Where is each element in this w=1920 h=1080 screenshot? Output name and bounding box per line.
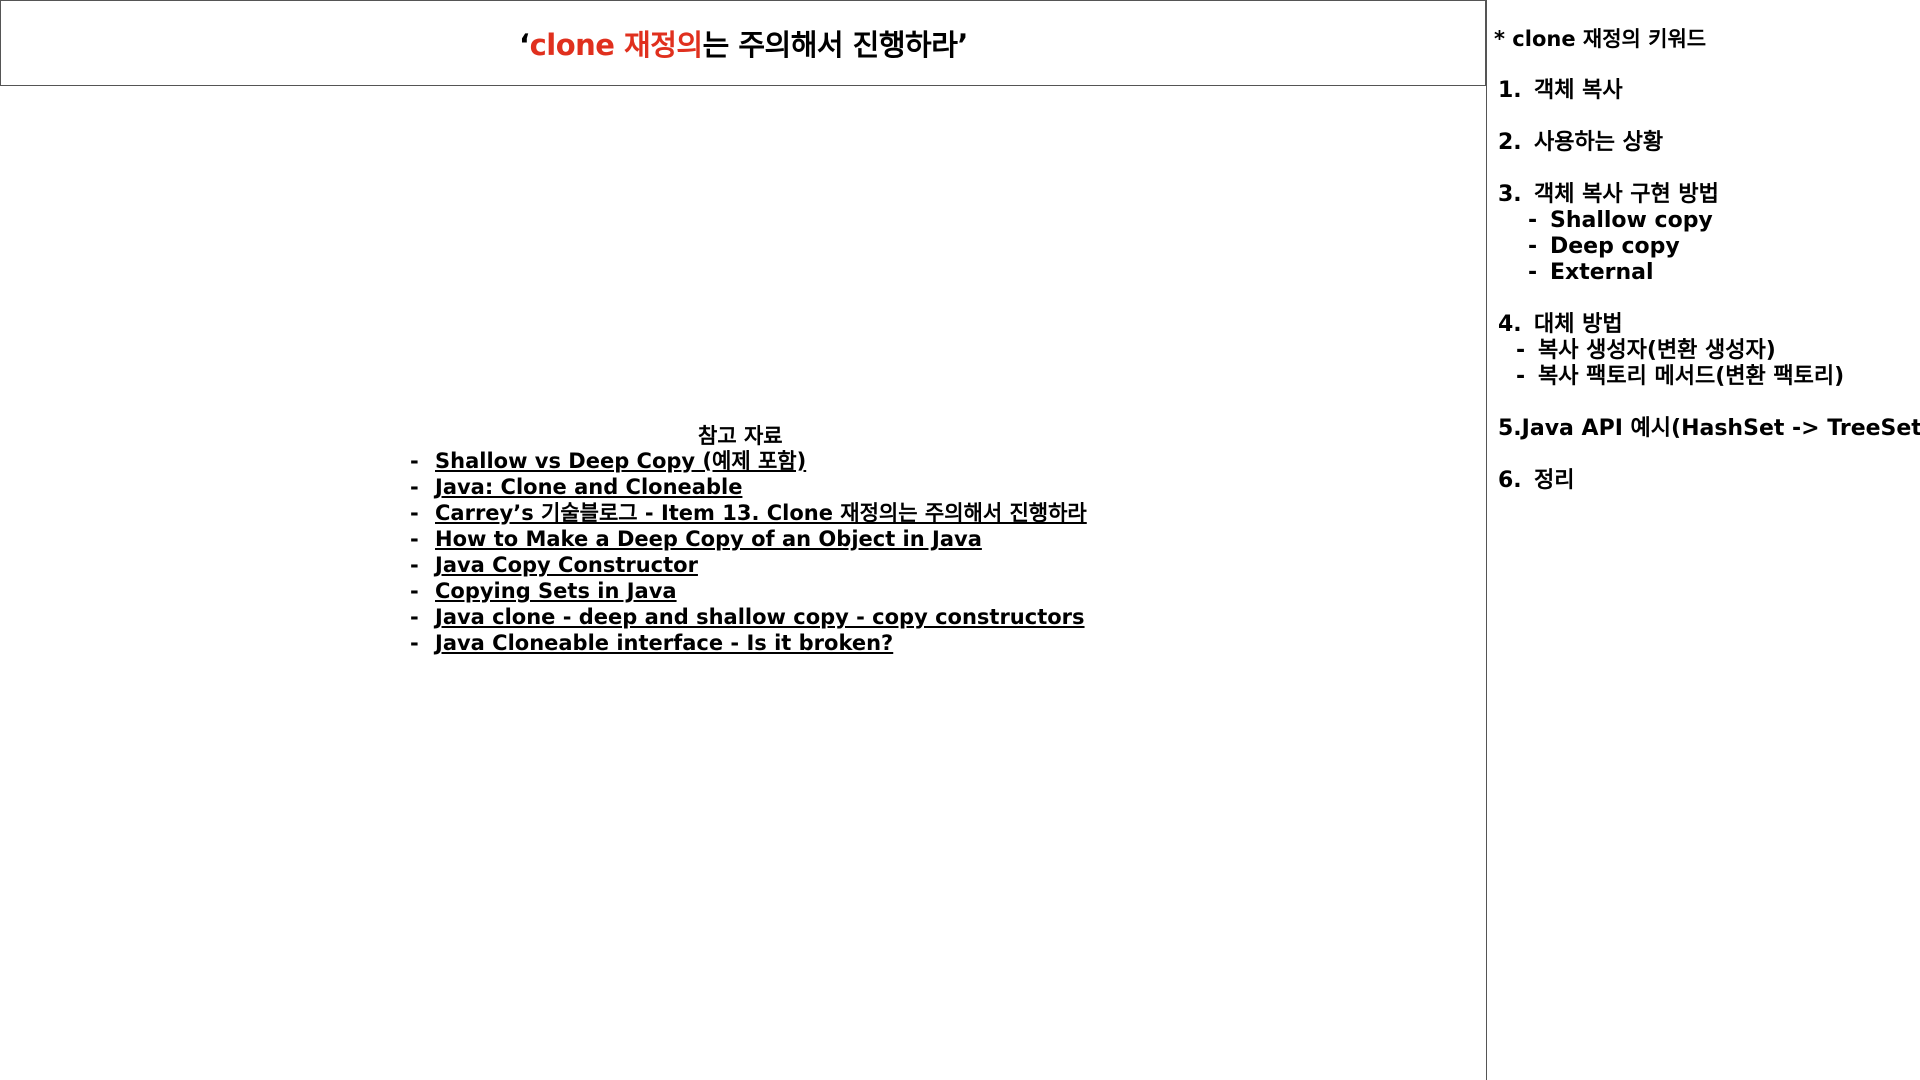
bullet-dash: - xyxy=(410,475,419,499)
bullet-dash: - xyxy=(410,579,419,603)
references-list: - Shallow vs Deep Copy (예제 포함) - Java: Clo… xyxy=(410,448,1087,656)
title-close-quote: ’ xyxy=(957,28,968,62)
keyword-number: 1. xyxy=(1498,78,1522,103)
reference-link[interactable]: Shallow vs Deep Copy (예제 포함) xyxy=(435,448,806,474)
keyword-subitem-label: 복사 생성자(변환 생성자) xyxy=(1538,338,1776,363)
keyword-number: 5. xyxy=(1498,416,1522,441)
keyword-subitem-label: 복사 팩토리 메서드(변환 팩토리) xyxy=(1538,364,1845,389)
reference-item: - Java: Clone and Cloneable xyxy=(410,474,1087,500)
reference-link[interactable]: Java clone - deep and shallow copy - cop… xyxy=(435,604,1085,630)
reference-link[interactable]: Copying Sets in Java xyxy=(435,578,677,604)
keyword-number: 4. xyxy=(1498,312,1522,337)
title-box: ‘clone 재정의는 주의해서 진행하라’ xyxy=(0,0,1486,86)
keyword-item: 1. 객체 복사 xyxy=(1498,78,1918,104)
keyword-label: 객체 복사 xyxy=(1534,78,1623,103)
bullet-dash: - xyxy=(1516,364,1526,389)
keyword-label: 사용하는 상황 xyxy=(1534,130,1664,155)
keyword-item: 6. 정리 xyxy=(1498,468,1918,494)
slide-title: ‘clone 재정의는 주의해서 진행하라’ xyxy=(519,22,968,64)
bullet-dash: - xyxy=(410,631,419,655)
title-rest-text: 는 주의해서 진행하라 xyxy=(702,28,958,62)
keyword-item: 2. 사용하는 상황 xyxy=(1498,130,1918,156)
bullet-dash: - xyxy=(410,527,419,551)
reference-link[interactable]: Java: Clone and Cloneable xyxy=(435,474,742,500)
keyword-subitem: - 복사 생성자(변환 생성자) xyxy=(1498,338,1918,364)
keyword-label: 객체 복사 구현 방법 xyxy=(1534,182,1719,207)
reference-item: - Shallow vs Deep Copy (예제 포함) xyxy=(410,448,1087,474)
keyword-subitem-label: External xyxy=(1550,260,1654,285)
keyword-subitem: - Shallow copy xyxy=(1498,208,1918,234)
bullet-dash: - xyxy=(1528,234,1538,259)
keyword-subitem: - External xyxy=(1498,260,1918,286)
reference-link[interactable]: Java Copy Constructor xyxy=(435,552,698,578)
reference-item: - Java clone - deep and shallow copy - co… xyxy=(410,604,1087,630)
keyword-subitem: - 복사 팩토리 메서드(변환 팩토리) xyxy=(1498,364,1918,390)
bullet-dash: - xyxy=(1528,208,1538,233)
references-heading: 참고 자료 xyxy=(698,424,783,448)
bullet-dash: - xyxy=(410,449,419,473)
reference-item: - Copying Sets in Java xyxy=(410,578,1087,604)
keyword-label: 정리 xyxy=(1534,468,1575,493)
keywords-heading: * clone 재정의 키워드 xyxy=(1494,27,1707,51)
bullet-dash: - xyxy=(1528,260,1538,285)
reference-link[interactable]: Carrey’s 기술블로그 - Item 13. Clone 재정의는 주의해… xyxy=(435,500,1087,526)
reference-item: - How to Make a Deep Copy of an Object in… xyxy=(410,526,1087,552)
reference-item: - Carrey’s 기술블로그 - Item 13. Clone 재정의는 주의… xyxy=(410,500,1087,526)
keyword-subitem-label: Deep copy xyxy=(1550,234,1680,259)
reference-link[interactable]: How to Make a Deep Copy of an Object in … xyxy=(435,526,982,552)
bullet-dash: - xyxy=(410,501,419,525)
reference-link[interactable]: Java Cloneable interface - Is it broken? xyxy=(435,630,893,656)
keyword-number: 2. xyxy=(1498,130,1522,155)
slide-canvas: ‘clone 재정의는 주의해서 진행하라’ 참고 자료 - Shallow vs… xyxy=(0,0,1920,1080)
reference-item: - Java Copy Constructor xyxy=(410,552,1087,578)
keyword-item: 4. 대체 방법 - 복사 생성자(변환 생성자) - 복사 팩토리 메서드(변환 팩… xyxy=(1498,312,1918,390)
keyword-subitem: - Deep copy xyxy=(1498,234,1918,260)
keyword-item: 5. Java API 예시(HashSet -> TreeSet) xyxy=(1498,416,1920,442)
reference-item: - Java Cloneable interface - Is it broken… xyxy=(410,630,1087,656)
keywords-panel: * clone 재정의 키워드 1. 객체 복사 2. 사용하는 상황 3. 객체 복… xyxy=(1494,26,1920,493)
bullet-dash: - xyxy=(1516,338,1526,363)
keyword-subitem-label: Shallow copy xyxy=(1550,208,1713,233)
keyword-label: Java API 예시(HashSet -> TreeSet) xyxy=(1521,416,1920,441)
keyword-number: 3. xyxy=(1498,182,1522,207)
vertical-divider xyxy=(1486,0,1487,1080)
bullet-dash: - xyxy=(410,553,419,577)
title-open-quote: ‘ xyxy=(519,28,530,62)
title-accent-text: clone 재정의 xyxy=(529,28,704,62)
keyword-number: 6. xyxy=(1498,468,1522,493)
keyword-label: 대체 방법 xyxy=(1534,312,1623,337)
bullet-dash: - xyxy=(410,605,419,629)
keyword-item: 3. 객체 복사 구현 방법 - Shallow copy - Deep copy -… xyxy=(1498,182,1918,286)
